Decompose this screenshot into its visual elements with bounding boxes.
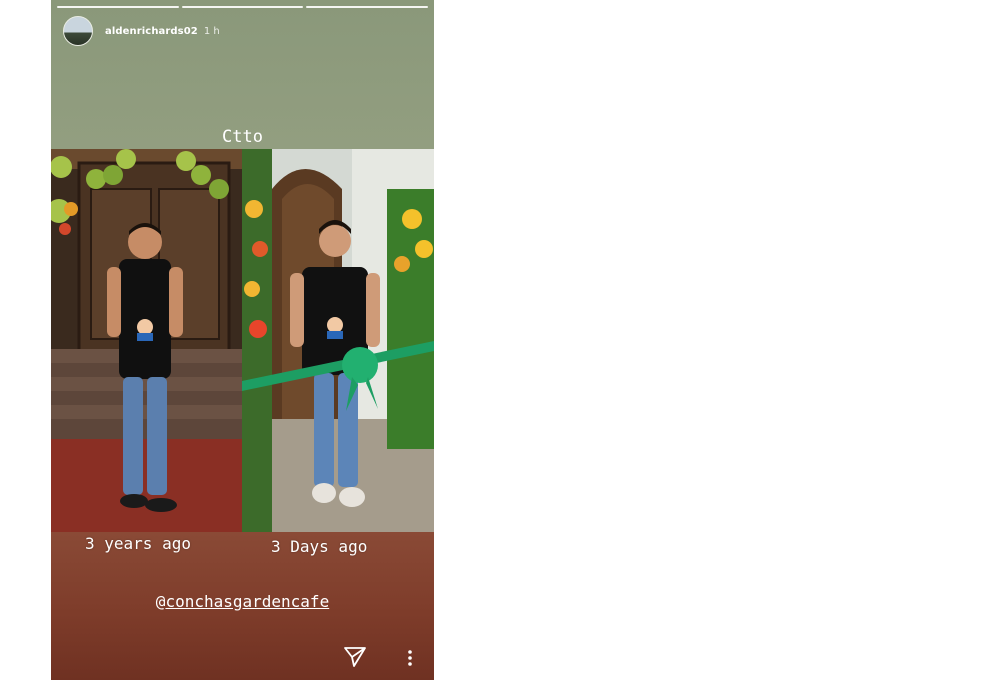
send-icon[interactable] [343,646,367,672]
story-viewer[interactable]: aldenrichards02 1 h Ctto 3 years ago 3 D… [51,0,434,680]
photo-left [51,149,242,532]
post-time: 1 h [203,25,220,37]
progress-segment [181,6,304,8]
progress-segment [306,6,429,8]
avatar[interactable] [63,16,93,46]
mention-sticker[interactable]: @conchasgardencafe [51,592,434,611]
progress-segment [57,6,179,8]
mention-handle[interactable]: conchasgardencafe [165,592,329,611]
label-3-years-ago: 3 years ago [85,534,191,553]
caption-text: Ctto [222,127,263,147]
story-header: aldenrichards02 1 h [63,16,220,46]
username[interactable]: aldenrichards02 [105,26,198,37]
mention-at-symbol: @ [155,592,166,611]
more-options-icon[interactable] [405,648,415,672]
photo-right [242,149,434,532]
label-3-days-ago: 3 Days ago [271,537,368,556]
story-progress-bar [57,6,429,8]
